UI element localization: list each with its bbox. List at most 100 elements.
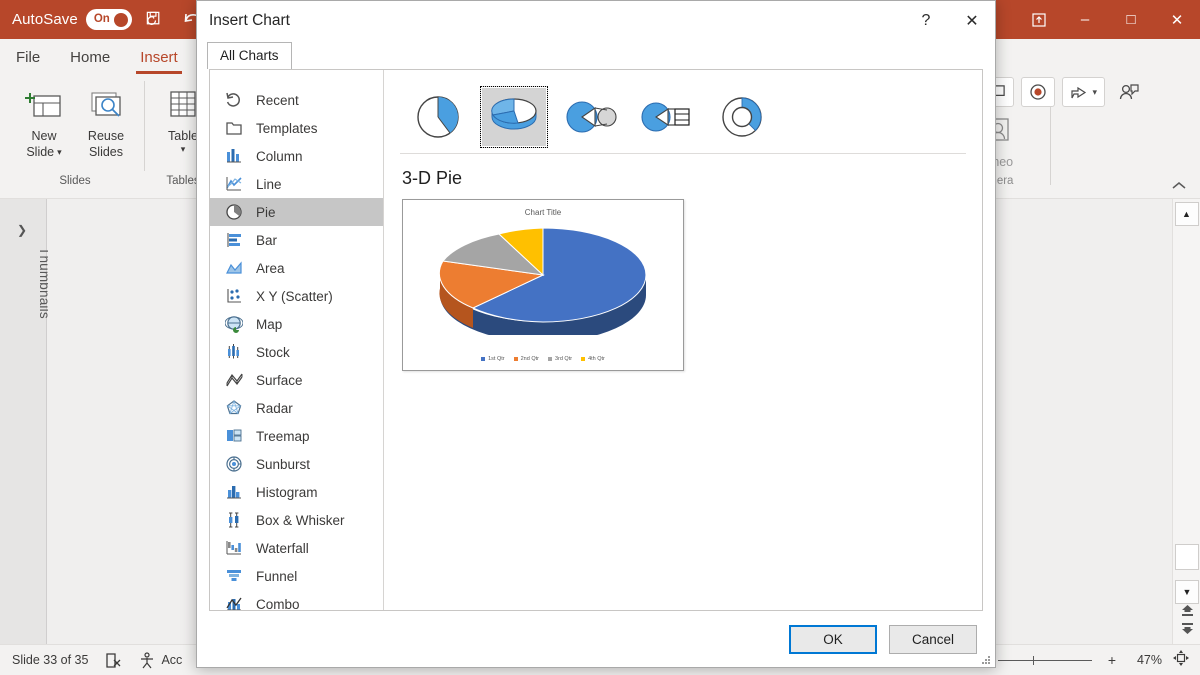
legend-label: 1st Qtr — [488, 356, 505, 362]
pie-chart-icon — [224, 202, 244, 222]
chevron-right-icon[interactable]: ❯ — [17, 223, 27, 237]
thumbnails-pane[interactable]: ❯ Thumbnails — [0, 199, 47, 644]
person-share-icon — [1119, 83, 1139, 102]
notes-off-icon[interactable] — [104, 652, 122, 669]
category-bar[interactable]: Bar — [210, 226, 383, 254]
stock-chart-icon — [224, 342, 244, 362]
tab-all-charts[interactable]: All Charts — [207, 42, 292, 69]
category-stock[interactable]: Stock — [210, 338, 383, 366]
subtype-bar-of-pie[interactable] — [632, 86, 700, 148]
cancel-button[interactable]: Cancel — [889, 625, 977, 654]
fit-to-window-button[interactable] — [1172, 649, 1190, 672]
previous-slide-button[interactable] — [1175, 604, 1199, 620]
table-label: Table — [168, 129, 198, 143]
legend-swatch — [514, 357, 518, 361]
category-radar[interactable]: Radar — [210, 394, 383, 422]
zoom-slider[interactable] — [988, 653, 1096, 667]
help-button[interactable]: ? — [903, 1, 949, 41]
new-slide-label-2: Slide — [26, 145, 54, 159]
category-label: Sunburst — [256, 457, 310, 472]
category-column[interactable]: Column — [210, 142, 383, 170]
subtype-3d-pie[interactable] — [480, 86, 548, 148]
subtype-pie-of-pie[interactable] — [556, 86, 624, 148]
category-surface[interactable]: Surface — [210, 366, 383, 394]
map-chart-icon — [224, 314, 244, 334]
preview-heading: 3-D Pie — [402, 168, 966, 189]
tab-file[interactable]: File — [14, 43, 42, 72]
scroll-up-button[interactable]: ▲ — [1175, 202, 1199, 226]
autosave-switch[interactable]: On — [86, 9, 132, 30]
accessibility-label[interactable]: Acc — [161, 653, 182, 667]
share-icon — [1070, 84, 1088, 101]
category-recent[interactable]: Recent — [210, 86, 383, 114]
resize-grip[interactable] — [979, 652, 991, 664]
legend-label: 3rd Qtr — [555, 356, 572, 362]
category-map[interactable]: Map — [210, 310, 383, 338]
autosave-knob — [114, 13, 128, 27]
chevron-up-icon — [1172, 181, 1186, 190]
category-histogram[interactable]: Histogram — [210, 478, 383, 506]
minimize-button[interactable]: – — [1062, 0, 1108, 39]
new-slide-icon — [24, 83, 64, 127]
category-label: Map — [256, 317, 282, 332]
category-label: Stock — [256, 345, 290, 360]
chart-category-list[interactable]: Recent Templates Column — [210, 70, 384, 610]
close-button[interactable]: ✕ — [1154, 0, 1200, 39]
reuse-slides-label-2: Slides — [89, 145, 123, 159]
category-label: Area — [256, 261, 285, 276]
reuse-slides-button[interactable]: Reuse Slides — [78, 79, 134, 159]
new-slide-button[interactable]: New Slide ▾ — [16, 79, 72, 159]
autosave-toggle[interactable]: AutoSave On — [12, 9, 132, 30]
chart-subtype-pane: 3-D Pie Chart Title — [384, 70, 982, 610]
restore-up-icon[interactable] — [1016, 0, 1062, 39]
record-button[interactable] — [1021, 77, 1055, 107]
slide-number-label[interactable]: Slide 33 of 35 — [12, 653, 88, 667]
dialog-title-buttons: ? ✕ — [903, 1, 995, 41]
chevron-down-icon[interactable]: ▾ — [1092, 87, 1097, 98]
ok-button[interactable]: OK — [789, 625, 877, 654]
tab-home[interactable]: Home — [68, 43, 112, 72]
doughnut-subtype-icon — [717, 92, 767, 142]
dialog-close-button[interactable]: ✕ — [949, 1, 995, 41]
thumbnails-label: Thumbnails — [0, 247, 52, 319]
category-scatter[interactable]: X Y (Scatter) — [210, 282, 383, 310]
category-treemap[interactable]: Treemap — [210, 422, 383, 450]
ribbon-right-buttons: ▾ — [980, 77, 1146, 107]
autosave-label: AutoSave — [12, 11, 78, 28]
legend-item: 3rd Qtr — [548, 356, 572, 362]
maximize-button[interactable]: □ — [1108, 0, 1154, 39]
category-funnel[interactable]: Funnel — [210, 562, 383, 590]
scrollbar-thumb[interactable] — [1175, 544, 1199, 570]
subtype-pie[interactable] — [404, 86, 472, 148]
category-sunburst[interactable]: Sunburst — [210, 450, 383, 478]
category-templates[interactable]: Templates — [210, 114, 383, 142]
category-waterfall[interactable]: Waterfall — [210, 534, 383, 562]
fit-to-window-icon — [1172, 649, 1190, 667]
category-pie[interactable]: Pie — [210, 198, 383, 226]
bar-of-pie-subtype-icon — [639, 97, 693, 137]
tab-insert[interactable]: Insert — [138, 43, 180, 72]
chevron-down-icon[interactable]: ▾ — [181, 145, 186, 153]
next-slide-button[interactable] — [1175, 622, 1199, 638]
zoom-percent-label[interactable]: 47% — [1128, 653, 1162, 667]
accessibility-icon[interactable] — [138, 652, 157, 669]
reuse-slides-icon — [86, 83, 126, 127]
category-combo[interactable]: Combo — [210, 590, 383, 610]
collapse-ribbon-button[interactable] — [1172, 178, 1186, 193]
scroll-down-button[interactable]: ▼ — [1175, 580, 1199, 604]
subtype-doughnut[interactable] — [708, 86, 776, 148]
present-to-button[interactable] — [1112, 77, 1146, 107]
chevron-down-icon[interactable]: ▾ — [57, 148, 62, 156]
category-area[interactable]: Area — [210, 254, 383, 282]
category-label: Bar — [256, 233, 277, 248]
chart-preview[interactable]: Chart Title — [402, 199, 684, 371]
surface-chart-icon — [224, 370, 244, 390]
zoom-in-button[interactable]: + — [1106, 652, 1118, 668]
category-line[interactable]: Line — [210, 170, 383, 198]
category-label: Funnel — [256, 569, 297, 584]
category-box-whisker[interactable]: Box & Whisker — [210, 506, 383, 534]
save-sync-icon[interactable] — [140, 5, 170, 35]
vertical-scrollbar[interactable]: ▲ ▼ — [1172, 199, 1200, 644]
ribbon-group-slides: New Slide ▾ Reuse Slides Slides — [6, 75, 144, 193]
share-button[interactable]: ▾ — [1062, 77, 1105, 107]
